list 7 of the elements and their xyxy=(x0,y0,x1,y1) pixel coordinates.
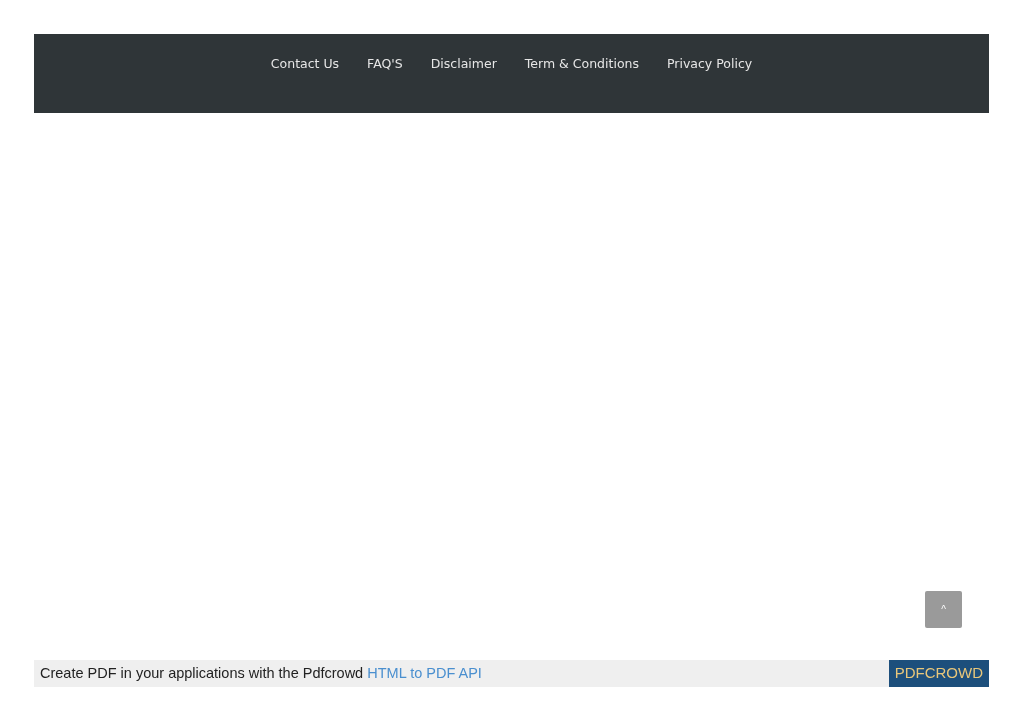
banner-text: Create PDF in your applications with the Pdfcrowd HTML to PDF API xyxy=(40,663,482,683)
pdfcrowd-button[interactable]: PDFCROWD xyxy=(888,660,989,687)
footer-link[interactable]: Contact Us xyxy=(270,55,340,74)
footer-link[interactable]: Privacy Policy xyxy=(666,55,753,74)
footer-link[interactable]: Disclaimer xyxy=(430,55,497,74)
footer-link[interactable]: FAQ'S xyxy=(367,55,403,74)
footer-link[interactable]: Term & Conditions xyxy=(524,55,639,74)
